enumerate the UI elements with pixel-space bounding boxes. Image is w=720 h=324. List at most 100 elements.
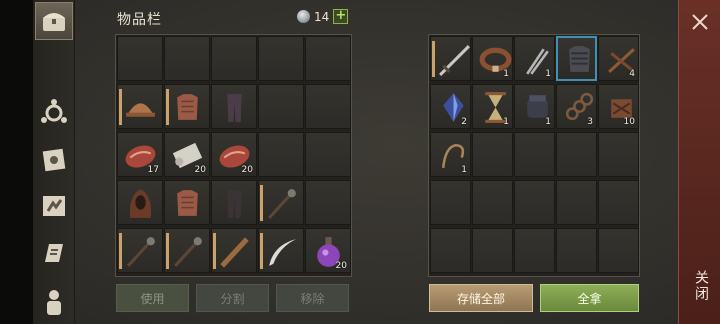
nav-crafting[interactable] (35, 94, 73, 132)
inventory-slot[interactable]: 20 (305, 228, 351, 273)
storage-slot[interactable] (430, 228, 471, 273)
sword-icon (439, 45, 471, 77)
nav-inventory-chest[interactable] (35, 2, 73, 40)
leather-pants-icon (227, 94, 242, 122)
inventory-slot[interactable] (211, 228, 257, 273)
inventory-slot[interactable] (211, 180, 257, 225)
inventory-slot[interactable] (211, 84, 257, 129)
nav-skills[interactable] (35, 234, 73, 272)
storage-slot[interactable]: 1 (472, 36, 513, 81)
inventory-slot[interactable] (211, 36, 257, 81)
inventory-slot[interactable] (305, 84, 351, 129)
item-count: 3 (587, 117, 593, 127)
close-icon (692, 14, 708, 30)
inventory-slot[interactable] (305, 180, 351, 225)
item-count: 17 (147, 165, 159, 175)
scimitar-icon (269, 239, 296, 266)
storage-slot[interactable]: 1 (430, 132, 471, 177)
storage-slot[interactable] (472, 132, 513, 177)
storage-slot[interactable]: 1 (514, 36, 555, 81)
item-count: 2 (461, 117, 467, 127)
screen-edge (0, 0, 33, 324)
map-icon (43, 196, 65, 216)
inventory-slot[interactable] (305, 132, 351, 177)
item-count: 1 (545, 117, 551, 127)
inventory-slot[interactable] (258, 132, 304, 177)
dark-pants-icon (227, 190, 242, 218)
storage-slot[interactable] (556, 228, 597, 273)
item-count: 20 (194, 165, 206, 175)
storage-slot[interactable] (472, 180, 513, 225)
side-nav (33, 0, 75, 324)
inventory-slot[interactable] (117, 36, 163, 81)
storage-slot[interactable] (556, 132, 597, 177)
storage-grid: 1 1 4 2 1 1 3 10 1 (428, 34, 640, 277)
storage-slot[interactable] (598, 228, 639, 273)
inventory-slot[interactable] (117, 84, 163, 129)
spiked-mace-icon (127, 237, 155, 267)
inventory-slot[interactable]: 20 (164, 132, 210, 177)
storage-slot[interactable] (514, 228, 555, 273)
storage-slot[interactable] (598, 132, 639, 177)
item-count: 1 (503, 117, 509, 127)
spiked-mace-icon (268, 189, 296, 219)
storage-slot[interactable] (598, 180, 639, 225)
item-count: 10 (623, 117, 635, 127)
storage-slot[interactable] (514, 180, 555, 225)
storage-slot[interactable] (472, 228, 513, 273)
nav-journal[interactable] (35, 141, 73, 179)
chest-icon (43, 13, 65, 31)
leather-helmet-icon (126, 103, 155, 117)
inventory-slot[interactable] (117, 180, 163, 225)
item-count: 1 (461, 165, 467, 175)
chainmail-icon (569, 46, 590, 72)
storage-slot[interactable] (430, 36, 471, 81)
storage-slot[interactable] (556, 180, 597, 225)
inventory-slot[interactable] (258, 180, 304, 225)
storage-slot[interactable]: 3 (556, 84, 597, 129)
item-count: 4 (629, 69, 635, 79)
take-all-button[interactable]: 全拿 (540, 284, 639, 312)
inventory-slot[interactable] (258, 36, 304, 81)
sun-book-icon (42, 148, 66, 172)
storage-slot[interactable] (556, 36, 597, 81)
storage-slot[interactable]: 4 (598, 36, 639, 81)
currency-display: 14 + (297, 9, 349, 24)
inventory-slot[interactable] (305, 36, 351, 81)
storage-slot[interactable] (514, 132, 555, 177)
inventory-slot[interactable] (258, 84, 304, 129)
remove-button[interactable]: 移除 (276, 284, 349, 312)
inventory-slot[interactable]: 20 (211, 132, 257, 177)
inventory-slot[interactable] (164, 180, 210, 225)
item-count: 1 (545, 69, 551, 79)
storage-slot[interactable]: 2 (430, 84, 471, 129)
nav-map[interactable] (35, 187, 73, 225)
inventory-slot[interactable] (117, 228, 163, 273)
inventory-slot[interactable] (258, 228, 304, 273)
storage-slot[interactable]: 1 (472, 84, 513, 129)
split-button[interactable]: 分割 (196, 284, 269, 312)
item-count: 20 (335, 261, 347, 271)
scroll-icon (45, 244, 63, 262)
close-panel[interactable]: 关闭 (678, 0, 720, 324)
coin-icon (297, 10, 310, 23)
hood-icon (129, 189, 152, 218)
inventory-slot[interactable] (164, 84, 210, 129)
storage-slot[interactable]: 10 (598, 84, 639, 129)
storage-slot[interactable]: 1 (514, 84, 555, 129)
item-count: 1 (503, 69, 509, 79)
storage-slot[interactable] (430, 180, 471, 225)
character-icon (47, 290, 61, 315)
crafting-icon (41, 99, 67, 123)
spiked-mace-icon (174, 237, 202, 267)
inventory-slot[interactable]: 17 (117, 132, 163, 177)
use-button[interactable]: 使用 (116, 284, 189, 312)
leather-armor-icon (177, 94, 198, 120)
inventory-slot[interactable] (164, 36, 210, 81)
inventory-grid: 17 20 20 20 (115, 34, 352, 277)
leather-armor-icon (177, 190, 198, 216)
nav-character[interactable] (35, 283, 73, 321)
add-currency-button[interactable]: + (333, 9, 349, 24)
inventory-slot[interactable] (164, 228, 210, 273)
store-all-button[interactable]: 存储全部 (429, 284, 533, 312)
